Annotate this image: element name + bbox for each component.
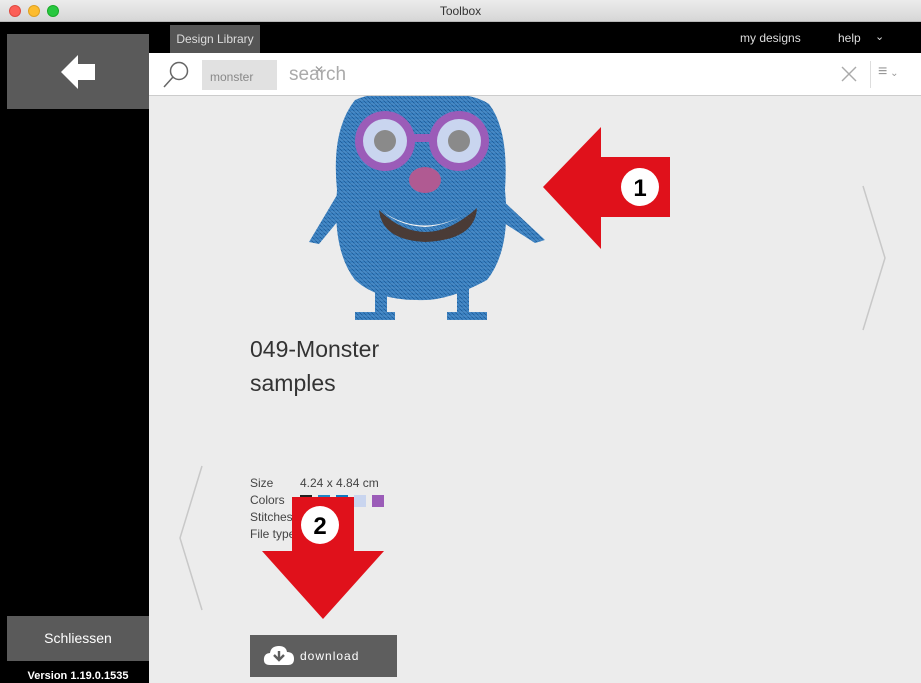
design-title-line2: samples — [250, 370, 336, 396]
design-preview-image — [309, 96, 545, 320]
size-row: Size 4.24 x 4.84 cm — [250, 476, 379, 493]
version-label: Version 1.19.0.1535 — [27, 670, 129, 682]
design-title-line1: 049-Monster — [250, 336, 380, 362]
size-label: Size — [250, 476, 274, 490]
download-button[interactable]: download — [250, 635, 397, 677]
design-title: 049-Monster samples — [250, 332, 550, 400]
filter-chip-label: monster — [210, 70, 254, 84]
top-navigation: Design Library my designs help ⌄ — [149, 22, 921, 53]
back-button[interactable] — [7, 34, 149, 109]
previous-design-chevron-icon[interactable] — [176, 464, 206, 612]
my-designs-link[interactable]: my designs — [740, 31, 801, 45]
tab-design-library[interactable]: Design Library — [170, 25, 260, 53]
arrow-left-icon — [61, 55, 95, 89]
window-title: Toolbox — [439, 4, 482, 18]
callout-number-2: 2 — [313, 513, 326, 540]
search-bar: monster ✕ ≡ ⌄ — [149, 53, 921, 96]
clear-search-icon[interactable] — [841, 61, 857, 87]
search-input[interactable] — [287, 59, 831, 91]
callout-arrow-1: 1 — [543, 127, 670, 249]
close-button[interactable]: Schliessen — [7, 616, 149, 661]
help-menu[interactable]: help — [838, 31, 861, 45]
chevron-down-icon[interactable]: ⌄ — [875, 30, 884, 43]
callout-number-1: 1 — [633, 175, 646, 202]
list-menu-icon[interactable]: ≡ ⌄ — [878, 63, 899, 81]
next-design-chevron-icon[interactable] — [861, 184, 891, 332]
filter-chip[interactable]: monster ✕ — [202, 60, 324, 90]
size-value: 4.24 x 4.84 cm — [300, 476, 379, 490]
sidebar: Schliessen Version 1.19.0.1535 — [7, 22, 149, 683]
divider — [870, 61, 871, 88]
download-label: download — [300, 649, 360, 663]
callout-arrow-2: 2 — [262, 497, 384, 619]
window-titlebar: Toolbox — [0, 0, 921, 22]
cloud-download-icon — [263, 646, 294, 665]
search-icon[interactable] — [161, 60, 191, 90]
